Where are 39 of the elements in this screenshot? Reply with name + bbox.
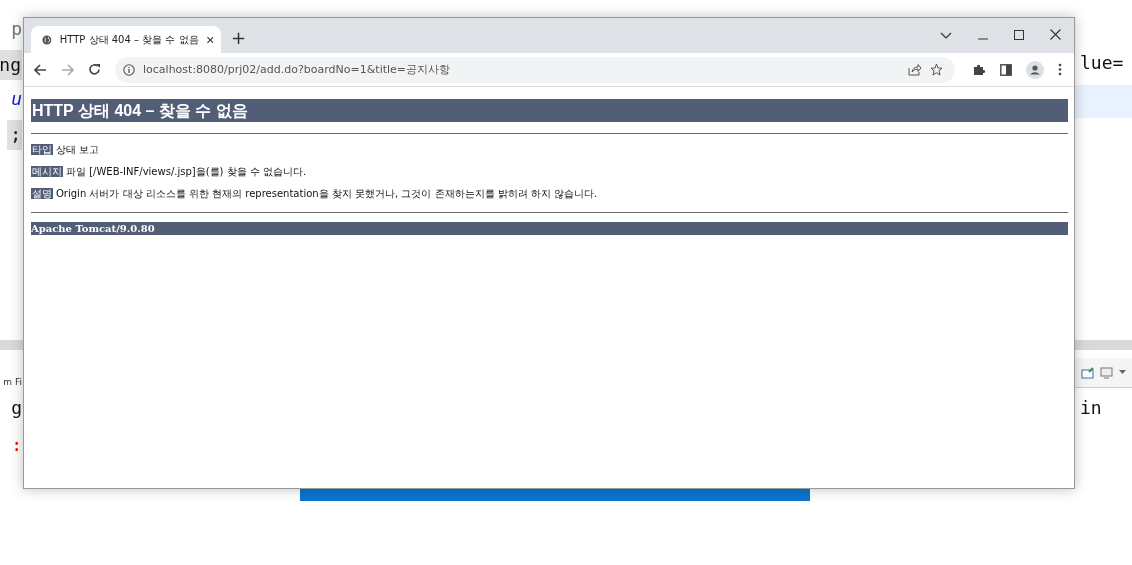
code-text: ng: [0, 50, 22, 80]
puzzle-icon[interactable]: [973, 63, 986, 76]
code-text: g: [11, 396, 22, 420]
caret-icon[interactable]: [1119, 370, 1126, 375]
close-icon[interactable]: [1050, 29, 1061, 40]
code-text: lue=: [1080, 51, 1124, 75]
field-value: 파일 [/WEB-INF/views/.jsp]을(를) 찾을 수 없습니다.: [66, 166, 307, 177]
field-label: 메시지: [31, 166, 63, 177]
globe-icon: [42, 33, 52, 46]
monitor-icon[interactable]: [1081, 366, 1095, 379]
error-heading: HTTP 상태 404 – 찾을 수 없음: [31, 99, 1068, 122]
maximize-icon[interactable]: [1014, 30, 1024, 40]
star-icon[interactable]: [930, 63, 943, 76]
avatar-icon[interactable]: [1026, 60, 1044, 79]
field-value: 상태 보고: [56, 144, 100, 155]
chevron-down-icon[interactable]: [940, 32, 952, 40]
address-bar[interactable]: localhost:8080/prj02/add.do?boardNo=1&title=공지사항: [115, 56, 955, 83]
code-text: p: [11, 17, 22, 41]
share-icon[interactable]: [908, 63, 922, 76]
browser-tab[interactable]: HTTP 상태 404 – 찾을 수 없음: [31, 26, 221, 53]
close-icon[interactable]: [206, 35, 213, 44]
tab-title: HTTP 상태 404 – 찾을 수 없음: [59, 32, 199, 47]
code-text: :: [11, 433, 22, 457]
field-label: 설명: [31, 188, 53, 199]
field-label: 타입: [31, 144, 53, 155]
back-icon[interactable]: [34, 63, 47, 76]
code-text: m Fi: [3, 376, 22, 388]
code-text: u: [11, 87, 22, 111]
side-panel-icon[interactable]: [1000, 63, 1012, 76]
info-icon[interactable]: [123, 63, 135, 76]
code-text: in: [1080, 396, 1102, 420]
code-text: ;: [7, 120, 22, 150]
url-text: localhost:8080/prj02/add.do?boardNo=1&title=공지사항: [143, 62, 451, 77]
server-version: Apache Tomcat/9.0.80: [31, 222, 1068, 235]
field-value: Origin 서버가 대상 리소스를 위한 현재의 representation을 찾지 못했거나, 그것이 존재하는지를 밝히려 하지 않습니다.: [56, 188, 598, 199]
reload-icon[interactable]: [88, 63, 101, 76]
current-line-highlight: [1073, 85, 1132, 118]
menu-icon[interactable]: [1058, 63, 1062, 76]
new-tab-button[interactable]: +: [231, 27, 247, 49]
